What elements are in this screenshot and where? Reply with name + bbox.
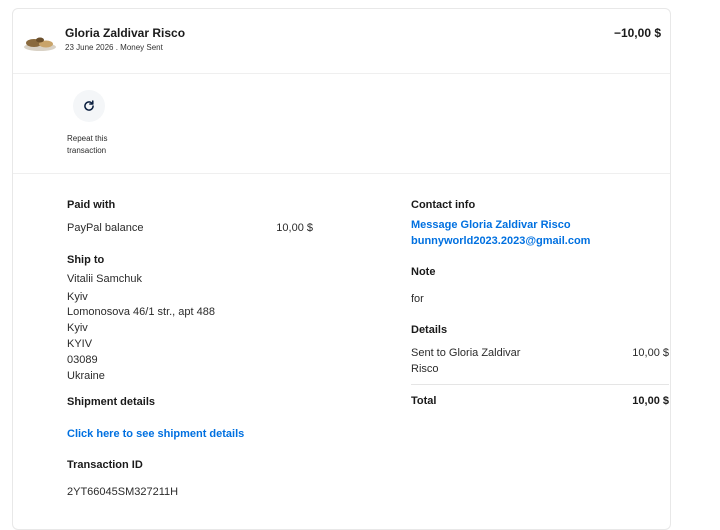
shipment-details-title: Shipment details [67,396,156,408]
contact-info-title: Contact info [411,199,476,211]
details-line-amount: 10,00 $ [632,347,669,359]
merchant-avatar-icon [24,37,56,51]
details-line-label: Risco [411,363,439,375]
repeat-transaction-button[interactable] [73,90,105,122]
note-title: Note [411,266,436,278]
payment-amount: 10,00 $ [276,222,313,234]
transaction-id-title: Transaction ID [67,459,143,471]
ship-to-line: 03089 [67,354,98,366]
transaction-amount: −10,00 $ [613,26,661,40]
transaction-card: Gloria Zaldivar Risco 23 June 2026 . Mon… [12,8,671,530]
ship-to-title: Ship to [67,254,105,266]
shipment-details-link[interactable]: Click here to see shipment details [67,428,244,440]
transaction-date-type: 23 June 2026 . Money Sent [65,43,163,52]
ship-to-line: KYIV [67,338,93,350]
message-merchant-link[interactable]: Message Gloria Zaldivar Risco [411,219,571,231]
ship-to-line: Kyiv [67,291,88,303]
total-amount: 10,00 $ [632,395,669,407]
details-divider [411,384,669,385]
ship-to-line: Vitalii Samchuk [67,273,142,285]
refresh-icon [84,100,94,111]
details-title: Details [411,324,448,336]
payment-method: PayPal balance [67,222,144,234]
actions-section: Repeat this transaction [13,73,670,174]
ship-to-line: Lomonosova 46/1 str., apt 488 [67,306,215,318]
transaction-header: Gloria Zaldivar Risco 23 June 2026 . Mon… [13,9,670,74]
paid-with-title: Paid with [67,199,116,211]
transaction-id: 2YT66045SM327211H [67,486,179,498]
note-text: for [411,293,424,305]
merchant-email-link[interactable]: bunnyworld2023.2023@gmail.com [411,235,590,247]
ship-to-line: Kyiv [67,322,88,334]
details-line-label: Sent to Gloria Zaldivar [411,347,521,359]
repeat-transaction-label[interactable]: Repeat this transaction [67,133,137,157]
total-label: Total [411,395,437,407]
merchant-name: Gloria Zaldivar Risco [65,26,186,40]
ship-to-line: Ukraine [67,370,105,382]
